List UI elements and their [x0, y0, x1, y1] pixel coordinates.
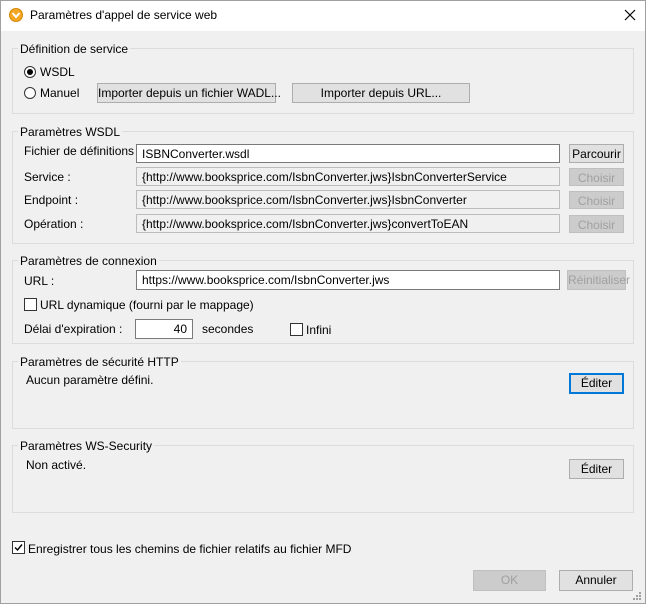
save-relative-checkbox[interactable]: [12, 541, 25, 554]
manual-radio[interactable]: [24, 87, 36, 99]
close-icon[interactable]: [619, 4, 641, 26]
wsdl-radio[interactable]: [24, 66, 36, 78]
browse-button[interactable]: Parcourir: [569, 144, 624, 163]
seconds-label: secondes: [202, 322, 254, 336]
ws-security-title: Paramètres WS-Security: [18, 439, 155, 453]
url-label: URL :: [24, 274, 55, 288]
reset-button[interactable]: Réinitialiser: [567, 270, 630, 290]
endpoint-label: Endpoint :: [24, 193, 79, 207]
service-label: Service :: [24, 170, 71, 184]
ws-security-edit-button[interactable]: Éditer: [569, 459, 624, 479]
http-security-title: Paramètres de sécurité HTTP: [18, 355, 181, 369]
definitions-field[interactable]: ISBNConverter.wsdl: [136, 144, 560, 163]
dynamic-url-label: URL dynamique (fourni par le mappage): [40, 298, 254, 312]
choose-operation-button[interactable]: Choisir: [569, 215, 624, 233]
infinite-label: Infini: [306, 323, 332, 337]
manual-label: Manuel: [40, 86, 80, 100]
http-security-status: Aucun paramètre défini.: [26, 373, 154, 387]
window-title: Paramètres d'appel de service web: [30, 8, 218, 22]
save-relative-label: Enregistrer tous les chemins de fichier …: [28, 542, 352, 556]
service-field: {http://www.booksprice.com/IsbnConverter…: [136, 167, 560, 186]
operation-field: {http://www.booksprice.com/IsbnConverter…: [136, 214, 560, 233]
connection-title: Paramètres de connexion: [18, 254, 159, 268]
wsdl-label: WSDL: [40, 65, 75, 79]
http-security-edit-button[interactable]: Éditer: [569, 373, 624, 394]
definitions-label: Fichier de définitions :: [24, 144, 141, 158]
checkmark-icon: [14, 544, 23, 552]
wsdl-params-title: Paramètres WSDL: [18, 125, 123, 139]
ws-security-group: [12, 445, 634, 513]
import-url-button[interactable]: Importer depuis URL...: [292, 83, 470, 103]
infinite-checkbox[interactable]: [290, 323, 303, 336]
choose-service-button[interactable]: Choisir: [569, 168, 624, 186]
resize-grip-icon[interactable]: [632, 590, 642, 600]
dynamic-url-checkbox[interactable]: [24, 298, 37, 311]
operation-label: Opération :: [24, 217, 84, 231]
url-field[interactable]: https://www.booksprice.com/IsbnConverter…: [136, 270, 560, 290]
cancel-button[interactable]: Annuler: [559, 570, 633, 591]
timeout-field[interactable]: 40: [135, 319, 193, 339]
http-security-group: [12, 361, 634, 429]
service-definition-title: Définition de service: [18, 42, 131, 56]
choose-endpoint-button[interactable]: Choisir: [569, 191, 624, 209]
endpoint-field: {http://www.booksprice.com/IsbnConverter…: [136, 190, 560, 209]
app-icon: [9, 8, 23, 22]
ws-security-status: Non activé.: [26, 458, 87, 472]
service-definition-group: [12, 48, 634, 114]
timeout-label: Délai d'expiration :: [24, 322, 123, 336]
import-wadl-button[interactable]: Importer depuis un fichier WADL...: [97, 83, 281, 103]
ok-button[interactable]: OK: [473, 570, 546, 591]
